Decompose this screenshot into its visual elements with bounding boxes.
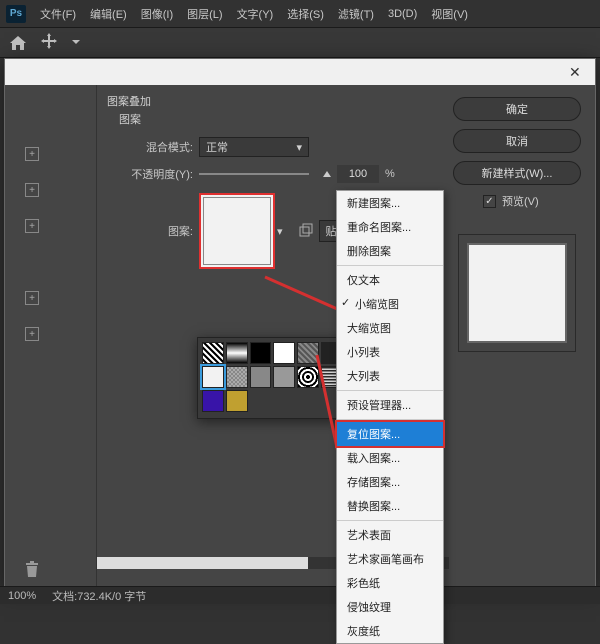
pattern-thumb[interactable] xyxy=(202,390,224,412)
effects-list-pane: + + + + + xyxy=(5,85,97,587)
add-effect-button[interactable]: + xyxy=(25,291,39,305)
menu-filter[interactable]: 滤镜(T) xyxy=(332,2,380,26)
home-icon[interactable] xyxy=(10,36,26,50)
slider-thumb-icon[interactable] xyxy=(323,171,331,177)
ctx-preset-paper[interactable]: 彩色纸 xyxy=(337,571,443,595)
close-icon[interactable]: ✕ xyxy=(569,64,585,80)
new-style-button[interactable]: 新建样式(W)... xyxy=(453,161,581,185)
preview-label: 预览(V) xyxy=(502,193,539,209)
trash-icon[interactable] xyxy=(25,561,96,580)
menu-file[interactable]: 文件(F) xyxy=(34,2,82,26)
pattern-swatch[interactable] xyxy=(199,193,275,269)
move-tool-icon[interactable] xyxy=(40,32,58,53)
scrollbar-thumb[interactable] xyxy=(97,557,308,569)
ctx-reset-patterns[interactable]: 复位图案... xyxy=(335,420,445,448)
opacity-label: 不透明度(Y): xyxy=(107,166,193,182)
pattern-label: 图案: xyxy=(107,223,193,239)
menu-3d[interactable]: 3D(D) xyxy=(382,4,423,24)
add-effect-button[interactable]: + xyxy=(25,147,39,161)
layer-style-dialog: ✕ + + + + + 图案叠加 图案 混合模式: 正常 ▾ 不透明度(Y): xyxy=(4,58,596,588)
pattern-flyout-menu: 新建图案... 重命名图案... 删除图案 仅文本 小缩览图 大缩览图 小列表 … xyxy=(336,190,444,644)
opacity-input[interactable] xyxy=(337,165,379,183)
ctx-preset-erode[interactable]: 侵蚀纹理 xyxy=(337,595,443,619)
section-title: 图案叠加 xyxy=(107,93,443,109)
blend-mode-value: 正常 xyxy=(206,139,228,155)
ctx-small-thumbnail[interactable]: 小缩览图 xyxy=(337,292,443,316)
pattern-thumb[interactable] xyxy=(273,342,295,364)
section-subtitle: 图案 xyxy=(119,111,443,127)
ctx-small-list[interactable]: 小列表 xyxy=(337,340,443,364)
separator xyxy=(337,390,443,391)
chevron-down-icon[interactable]: ▾ xyxy=(277,225,283,238)
pattern-thumb[interactable] xyxy=(297,366,319,388)
chevron-down-icon: ▾ xyxy=(296,141,302,154)
opacity-slider[interactable] xyxy=(199,173,309,175)
ctx-preset-surface[interactable]: 艺术表面 xyxy=(337,523,443,547)
new-from-icon[interactable] xyxy=(299,223,313,240)
chevron-down-icon[interactable] xyxy=(72,37,80,49)
percent-label: % xyxy=(385,168,395,180)
separator xyxy=(337,265,443,266)
blend-mode-label: 混合模式: xyxy=(107,139,193,155)
pattern-thumb[interactable] xyxy=(273,366,295,388)
ctx-preset-gray[interactable]: 灰度纸 xyxy=(337,619,443,643)
ctx-preset-brush[interactable]: 艺术家画笔画布 xyxy=(337,547,443,571)
ctx-preset-manager[interactable]: 预设管理器... xyxy=(337,393,443,417)
pattern-thumb[interactable] xyxy=(250,366,272,388)
pattern-thumb[interactable] xyxy=(202,342,224,364)
pattern-thumb[interactable] xyxy=(226,390,248,412)
menu-edit[interactable]: 编辑(E) xyxy=(84,2,133,26)
add-effect-button[interactable]: + xyxy=(25,183,39,197)
ctx-text-only[interactable]: 仅文本 xyxy=(337,268,443,292)
separator xyxy=(337,520,443,521)
ctx-rename-pattern[interactable]: 重命名图案... xyxy=(337,215,443,239)
ok-button[interactable]: 确定 xyxy=(453,97,581,121)
pattern-thumb[interactable] xyxy=(250,342,272,364)
blend-mode-dropdown[interactable]: 正常 ▾ xyxy=(199,137,309,157)
cancel-button[interactable]: 取消 xyxy=(453,129,581,153)
ctx-large-list[interactable]: 大列表 xyxy=(337,364,443,388)
checkbox-icon: ✓ xyxy=(483,195,496,208)
ctx-large-thumbnail[interactable]: 大缩览图 xyxy=(337,316,443,340)
add-effect-button[interactable]: + xyxy=(25,219,39,233)
ctx-replace-patterns[interactable]: 替换图案... xyxy=(337,494,443,518)
app-logo: Ps xyxy=(6,5,26,23)
menu-image[interactable]: 图像(I) xyxy=(135,2,179,26)
zoom-level[interactable]: 100% xyxy=(8,590,36,602)
pattern-thumb-selected[interactable] xyxy=(202,366,224,388)
ctx-load-patterns[interactable]: 载入图案... xyxy=(337,446,443,470)
pattern-thumb[interactable] xyxy=(297,342,319,364)
pattern-thumb[interactable] xyxy=(226,342,248,364)
menu-view[interactable]: 视图(V) xyxy=(425,2,474,26)
preview-swatch xyxy=(467,243,567,343)
ctx-delete-pattern[interactable]: 删除图案 xyxy=(337,239,443,263)
pattern-thumb[interactable] xyxy=(226,366,248,388)
preview-checkbox[interactable]: ✓ 预览(V) xyxy=(483,193,585,209)
ctx-new-pattern[interactable]: 新建图案... xyxy=(337,191,443,215)
ctx-save-patterns[interactable]: 存储图案... xyxy=(337,470,443,494)
doc-size: 文档:732.4K/0 字节 xyxy=(52,588,146,604)
menu-select[interactable]: 选择(S) xyxy=(281,2,330,26)
menu-layer[interactable]: 图层(L) xyxy=(181,2,228,26)
add-effect-button[interactable]: + xyxy=(25,327,39,341)
menu-type[interactable]: 文字(Y) xyxy=(231,2,280,26)
